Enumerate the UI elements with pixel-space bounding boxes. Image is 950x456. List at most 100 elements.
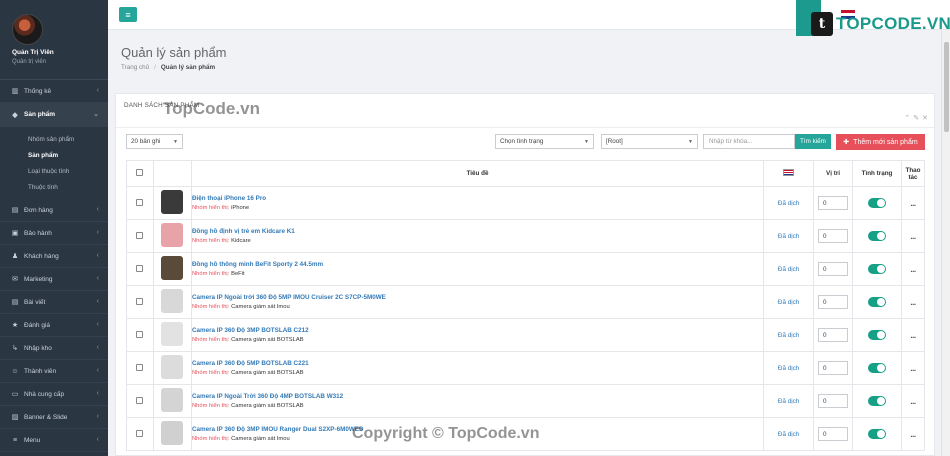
row-checkbox[interactable]	[136, 363, 144, 371]
sidebar-item[interactable]: ▣ Bảo hành ‹	[0, 222, 108, 245]
status-toggle[interactable]	[868, 297, 886, 307]
position-input[interactable]: 0	[818, 229, 849, 243]
status-filter-select[interactable]: Chọn tình trạng ▼	[495, 134, 594, 149]
sidebar-item[interactable]: ▤ Đơn hàng ‹	[0, 199, 108, 222]
brand-logo: t TOPCODE.VN	[796, 0, 950, 36]
translated-link[interactable]: Đã dịch	[778, 398, 799, 405]
sidebar-item[interactable]: ☺ Thành viên ‹	[0, 360, 108, 383]
avatar[interactable]	[12, 14, 43, 45]
product-name-link[interactable]: Điện thoại iPhone 16 Pro	[192, 195, 763, 202]
row-checkbox[interactable]	[136, 297, 144, 305]
product-thumbnail[interactable]	[161, 355, 184, 379]
more-actions-icon[interactable]: ...	[910, 298, 916, 307]
status-cell	[852, 186, 902, 220]
search-button[interactable]: Tìm kiếm	[795, 134, 831, 149]
more-actions-icon[interactable]: ...	[910, 331, 916, 340]
sidebar-item[interactable]: ▭ Nhà cung cấp ‹	[0, 383, 108, 406]
status-header[interactable]: Tình trạng	[852, 160, 902, 187]
translated-link[interactable]: Đã dịch	[778, 266, 799, 273]
product-thumbnail[interactable]	[161, 256, 184, 280]
scrollbar-thumb[interactable]	[944, 42, 949, 132]
edit-icon[interactable]: ✎	[913, 114, 919, 122]
position-input[interactable]: 0	[818, 295, 849, 309]
close-icon[interactable]: ✕	[922, 114, 928, 122]
sidebar-item[interactable]: ≡ Menu ‹	[0, 429, 108, 452]
translated-link[interactable]: Đã dịch	[778, 332, 799, 339]
product-thumbnail[interactable]	[161, 421, 184, 445]
sidebar-item-products[interactable]: ◆ Sản phẩm ⌄	[0, 103, 108, 127]
status-toggle[interactable]	[868, 330, 886, 340]
chevron-left-icon: ‹	[96, 344, 99, 351]
product-name-link[interactable]: Đồng hồ thông minh BeFit Sporty 2 44.5mm	[192, 261, 763, 268]
more-actions-icon[interactable]: ...	[910, 232, 916, 241]
more-actions-icon[interactable]: ...	[910, 430, 916, 439]
status-toggle[interactable]	[868, 264, 886, 274]
title-cell: Camera IP Ngoài Trời 360 Độ 4MP BOTSLAB …	[190, 384, 765, 418]
submenu-item[interactable]: Sản phẩm	[0, 147, 108, 163]
submenu-item[interactable]: Nhóm sản phẩm	[0, 131, 108, 147]
product-name-link[interactable]: Camera IP 360 Độ 3MP IMOU Ranger Dual S2…	[192, 426, 763, 433]
page-scrollbar[interactable]	[941, 30, 950, 456]
position-input[interactable]: 0	[818, 328, 849, 342]
position-input[interactable]: 0	[818, 427, 849, 441]
position-input[interactable]: 0	[818, 361, 849, 375]
row-checkbox[interactable]	[136, 198, 144, 206]
title-header[interactable]: Tiêu đề	[190, 160, 765, 187]
status-toggle[interactable]	[868, 231, 886, 241]
logo-icon: t	[811, 12, 833, 36]
breadcrumb-home[interactable]: Trang chủ	[121, 64, 149, 71]
product-name-link[interactable]: Camera IP Ngoài Trời 360 Độ 4MP BOTSLAB …	[192, 393, 763, 400]
row-checkbox[interactable]	[136, 231, 144, 239]
product-thumbnail[interactable]	[161, 388, 184, 412]
translated-link[interactable]: Đã dịch	[778, 365, 799, 372]
sidebar-toggle-button[interactable]: ≡	[119, 7, 137, 22]
chevron-left-icon: ‹	[96, 298, 99, 305]
search-input[interactable]: Nhập từ khóa...	[703, 134, 795, 149]
document-icon: ▤	[11, 299, 19, 306]
product-thumbnail[interactable]	[161, 289, 184, 313]
product-name-link[interactable]: Camera IP 360 Độ 3MP BOTSLAB C212	[192, 327, 763, 334]
add-product-button[interactable]: ✚ Thêm mới sản phẩm	[836, 134, 925, 150]
row-checkbox[interactable]	[136, 429, 144, 437]
page-size-select[interactable]: 20 bản ghi ▼	[126, 134, 183, 149]
collapse-icon[interactable]: ⌃	[904, 114, 910, 122]
position-input[interactable]: 0	[818, 262, 849, 276]
more-actions-icon[interactable]: ...	[910, 265, 916, 274]
select-all-cell	[126, 160, 154, 187]
select-all-checkbox[interactable]	[136, 169, 144, 176]
product-thumbnail[interactable]	[161, 223, 184, 247]
more-actions-icon[interactable]: ...	[910, 397, 916, 406]
category-filter-select[interactable]: [Root] ▼	[601, 134, 698, 149]
submenu-item[interactable]: Loại thuộc tính	[0, 163, 108, 179]
translated-link[interactable]: Đã dịch	[778, 431, 799, 438]
row-checkbox[interactable]	[136, 396, 144, 404]
position-header[interactable]: Vị trí	[813, 160, 854, 187]
submenu-item[interactable]: Thuộc tính	[0, 179, 108, 195]
status-toggle[interactable]	[868, 363, 886, 373]
sidebar-item[interactable]: ▥ Thống kê ‹	[0, 80, 108, 103]
translated-link[interactable]: Đã dịch	[778, 233, 799, 240]
more-actions-icon[interactable]: ...	[910, 199, 916, 208]
position-cell: 0	[813, 384, 854, 418]
sidebar-item[interactable]: ▤ Bài viết ‹	[0, 291, 108, 314]
row-checkbox[interactable]	[136, 330, 144, 338]
row-checkbox[interactable]	[136, 264, 144, 272]
sidebar-item[interactable]: ★ Đánh giá ‹	[0, 314, 108, 337]
product-thumbnail[interactable]	[161, 190, 184, 214]
position-input[interactable]: 0	[818, 394, 849, 408]
more-actions-icon[interactable]: ...	[910, 364, 916, 373]
status-toggle[interactable]	[868, 396, 886, 406]
sidebar-item[interactable]: ♟ Khách hàng ‹	[0, 245, 108, 268]
product-name-link[interactable]: Camera IP 360 Độ 5MP BOTSLAB C221	[192, 360, 763, 367]
position-input[interactable]: 0	[818, 196, 849, 210]
product-thumbnail[interactable]	[161, 322, 184, 346]
translated-link[interactable]: Đã dịch	[778, 200, 799, 207]
status-toggle[interactable]	[868, 429, 886, 439]
status-toggle[interactable]	[868, 198, 886, 208]
translated-link[interactable]: Đã dịch	[778, 299, 799, 306]
product-name-link[interactable]: Camera IP Ngoài trời 360 Độ 5MP IMOU Cru…	[192, 294, 763, 301]
sidebar-item[interactable]: ↳ Nhập kho ‹	[0, 337, 108, 360]
sidebar-item[interactable]: ▨ Banner & Slide ‹	[0, 406, 108, 429]
product-name-link[interactable]: Đồng hồ định vị trẻ em Kidcare K1	[192, 228, 763, 235]
sidebar-item[interactable]: ✉ Marketing ‹	[0, 268, 108, 291]
